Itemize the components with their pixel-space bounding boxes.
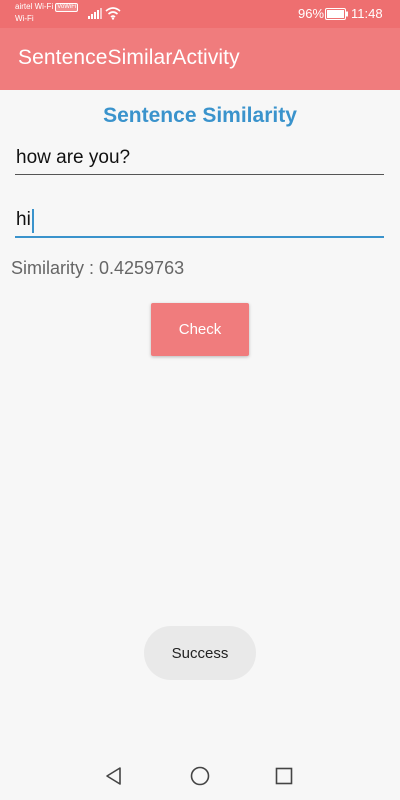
app-bar: SentenceSimilarActivity bbox=[0, 28, 400, 90]
vowifi-badge: VoWiFi bbox=[55, 2, 79, 12]
app-title: SentenceSimilarActivity bbox=[18, 46, 240, 69]
navigation-bar bbox=[0, 752, 400, 800]
text-cursor bbox=[32, 209, 34, 233]
home-icon[interactable] bbox=[189, 765, 211, 787]
recent-apps-icon[interactable] bbox=[273, 765, 295, 787]
battery-icon bbox=[325, 8, 348, 20]
sentence-1-underline bbox=[15, 174, 384, 175]
sentence-1-input[interactable] bbox=[15, 142, 384, 174]
status-bar: airtel Wi-Fi VoWiFi Wi-Fi 96% 11:48 bbox=[0, 0, 400, 28]
battery-percent: 96% bbox=[298, 6, 325, 21]
network-type: Wi-Fi bbox=[15, 14, 34, 23]
sentence-1-field[interactable] bbox=[15, 142, 384, 175]
carrier-info: airtel Wi-Fi VoWiFi Wi-Fi bbox=[15, 1, 95, 25]
signal-icon bbox=[88, 8, 102, 19]
back-icon[interactable] bbox=[103, 765, 125, 787]
wifi-icon bbox=[105, 7, 121, 20]
carrier-name: airtel Wi-Fi bbox=[15, 2, 54, 11]
sentence-2-input[interactable] bbox=[15, 204, 384, 236]
toast-text: Success bbox=[171, 644, 229, 662]
check-button[interactable]: Check bbox=[151, 303, 249, 356]
main-content: Sentence Similarity Similarity : 0.42597… bbox=[0, 90, 400, 752]
similarity-result: Similarity : 0.4259763 bbox=[11, 258, 185, 278]
status-clock: 11:48 bbox=[351, 6, 383, 21]
toast-message: Success bbox=[144, 626, 256, 680]
page-heading: Sentence Similarity bbox=[103, 104, 297, 127]
sentence-2-field[interactable] bbox=[15, 204, 384, 238]
sentence-2-underline bbox=[15, 236, 384, 238]
